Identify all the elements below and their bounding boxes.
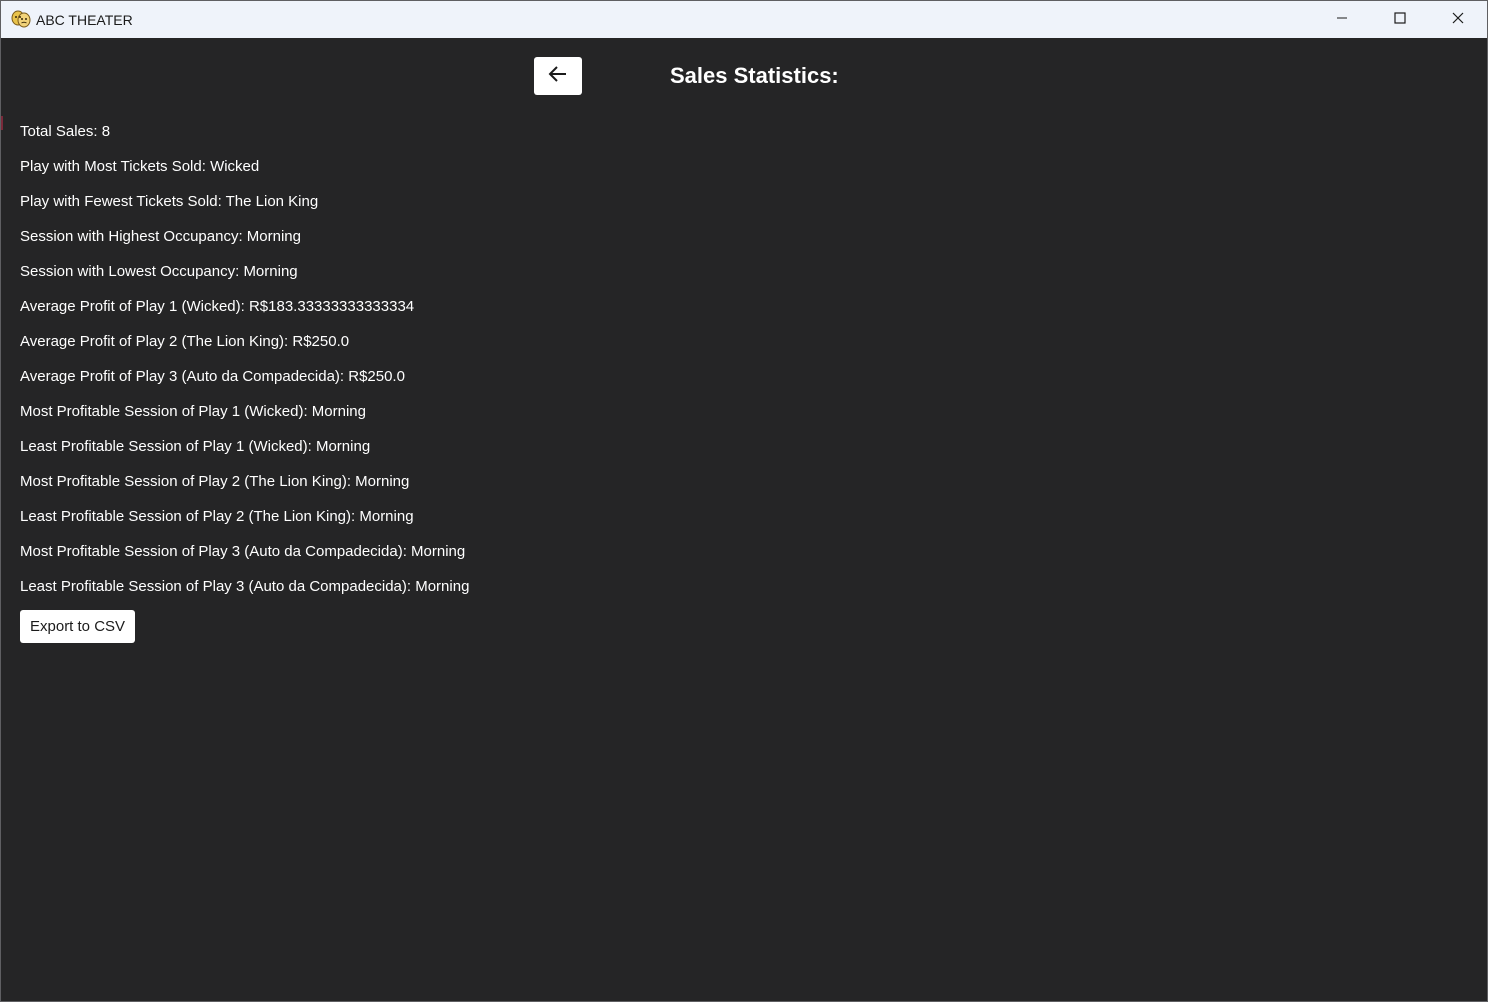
export-csv-button[interactable]: Export to CSV — [20, 610, 136, 643]
app-window: ABC THEATER Sales Statistics: Total Sale… — [0, 0, 1488, 1002]
window-title: ABC THEATER — [36, 12, 133, 28]
stat-lowest-occupancy: Session with Lowest Occupancy: Morning — [20, 263, 298, 280]
stat-most-tickets: Play with Most Tickets Sold: Wicked — [20, 158, 260, 175]
stat-avg-profit-play-2: Average Profit of Play 2 (The Lion King)… — [20, 333, 350, 350]
stat-highest-occupancy: Session with Highest Occupancy: Morning — [20, 228, 301, 245]
stat-least-profitable-play-3: Least Profitable Session of Play 3 (Auto… — [20, 578, 470, 595]
stat-most-profitable-play-2: Most Profitable Session of Play 2 (The L… — [20, 473, 410, 490]
minimize-button[interactable] — [1313, 1, 1371, 38]
stat-least-profitable-play-2: Least Profitable Session of Play 2 (The … — [20, 508, 414, 525]
stat-most-profitable-play-1: Most Profitable Session of Play 1 (Wicke… — [20, 403, 366, 420]
edge-marker — [1, 116, 3, 130]
theater-masks-icon — [10, 10, 32, 28]
close-icon — [1452, 11, 1464, 29]
close-button[interactable] — [1429, 1, 1487, 38]
maximize-button[interactable] — [1371, 1, 1429, 38]
page-title: Sales Statistics: — [670, 63, 839, 88]
maximize-icon — [1394, 11, 1406, 29]
arrow-left-icon — [548, 65, 568, 88]
title-bar[interactable]: ABC THEATER — [1, 1, 1487, 38]
back-button[interactable] — [534, 57, 582, 95]
stat-most-profitable-play-3: Most Profitable Session of Play 3 (Auto … — [20, 543, 466, 560]
stat-avg-profit-play-3: Average Profit of Play 3 (Auto da Compad… — [20, 368, 405, 385]
stat-total-sales: Total Sales: 8 — [20, 123, 111, 140]
stat-avg-profit-play-1: Average Profit of Play 1 (Wicked): R$183… — [20, 298, 415, 315]
stat-least-profitable-play-1: Least Profitable Session of Play 1 (Wick… — [20, 438, 371, 455]
minimize-icon — [1336, 11, 1348, 29]
main-content: Sales Statistics: Total Sales: 8 Play wi… — [1, 38, 1487, 1001]
stat-fewest-tickets: Play with Fewest Tickets Sold: The Lion … — [20, 193, 319, 210]
